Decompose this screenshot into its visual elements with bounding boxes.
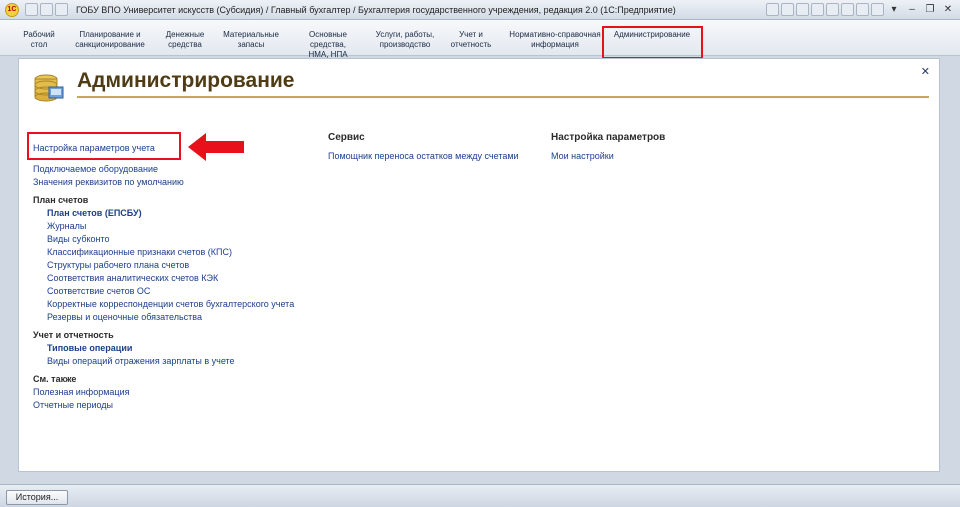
forward-icon[interactable] — [40, 3, 53, 16]
list-item[interactable]: Типовые операции — [33, 342, 333, 355]
list-item[interactable]: План счетов (ЕПСБУ) — [33, 207, 333, 220]
maximize-button[interactable]: ❐ — [922, 3, 938, 17]
section-fixed-assets[interactable]: Основные средства, НМА, НПА — [290, 30, 366, 60]
calculator-icon[interactable] — [826, 3, 839, 16]
title-bar: 1С ГОБУ ВПО Университет искусств (Субсид… — [0, 0, 960, 20]
zoom-icon[interactable] — [856, 3, 869, 16]
list-item[interactable]: Полезная информация — [33, 386, 333, 399]
accounting-settings-highlight-box — [27, 132, 181, 160]
dropdown-icon[interactable]: ▾ — [886, 3, 902, 17]
list-item[interactable]: Виды субконто — [33, 233, 333, 246]
column-service: Сервис Помощник переноса остатков между … — [328, 131, 548, 163]
list-item[interactable]: Соответствие счетов ОС — [33, 285, 333, 298]
list-item[interactable]: Классификационные признаки счетов (КПС) — [33, 246, 333, 259]
content-window: ✕ Администрирование Настройка параметров… — [18, 58, 940, 472]
group-heading-reporting: Учет и отчетность — [33, 330, 114, 340]
section-cash[interactable]: Денежные средства — [160, 30, 210, 50]
section-inventory[interactable]: Материальные запасы — [218, 30, 284, 50]
column-settings: Настройка параметров Мои настройки — [551, 131, 751, 163]
home-icon[interactable] — [55, 3, 68, 16]
section-services[interactable]: Услуги, работы, производство — [372, 30, 438, 50]
list-item[interactable]: Соответствия аналитических счетов КЭК — [33, 272, 333, 285]
database-settings-icon — [34, 74, 64, 102]
bookmark-icon[interactable] — [766, 3, 779, 16]
app-logo-icon[interactable]: 1С — [5, 2, 19, 17]
quick-access-toolbar — [25, 3, 68, 16]
minimize-button[interactable]: – — [904, 3, 920, 17]
list-item[interactable]: Структуры рабочего плана счетов — [33, 259, 333, 272]
close-window-button[interactable]: ✕ — [940, 3, 956, 17]
column-main: Подключаемое оборудование Значения рекви… — [33, 163, 333, 412]
arrow-left-icon — [188, 133, 244, 161]
group-heading-chart-of-accounts: План счетов — [33, 195, 89, 205]
status-bar: История... — [0, 484, 960, 507]
list-item[interactable]: Помощник переноса остатков между счетами — [328, 150, 548, 163]
group-heading-service: Сервис — [328, 132, 365, 143]
history-icon[interactable] — [781, 3, 794, 16]
list-item[interactable]: Отчетные периоды — [33, 399, 333, 412]
section-reference[interactable]: Нормативно-справочная информация — [508, 30, 602, 50]
sections-panel: Рабочий стол Планирование и санкционирован… — [0, 20, 960, 59]
list-item[interactable]: Значения реквизитов по умолчанию — [33, 176, 333, 189]
group-heading-see-also: См. также — [33, 374, 77, 384]
group-heading-settings: Настройка параметров — [551, 132, 666, 143]
close-icon[interactable]: ✕ — [921, 65, 930, 78]
administration-highlight-box — [602, 26, 703, 59]
list-item[interactable]: Подключаемое оборудование — [33, 163, 333, 176]
section-reporting[interactable]: Учет и отчетность — [448, 30, 494, 50]
section-planning[interactable]: Планирование и санкционирование — [72, 30, 148, 50]
page-title: Администрирование — [77, 69, 295, 92]
title-divider — [77, 96, 929, 98]
list-item[interactable]: Мои настройки — [551, 150, 751, 163]
window-tools: ▾ – ❐ ✕ — [766, 3, 956, 17]
back-icon[interactable] — [25, 3, 38, 16]
print-icon[interactable] — [796, 3, 809, 16]
section-desktop[interactable]: Рабочий стол — [18, 30, 60, 50]
list-item[interactable]: Виды операций отражения зарплаты в учете — [33, 355, 333, 368]
info-icon[interactable] — [871, 3, 884, 16]
list-item[interactable]: Журналы — [33, 220, 333, 233]
calendar-icon[interactable] — [811, 3, 824, 16]
list-item[interactable]: Резервы и оценочные обязательства — [33, 311, 333, 324]
memory-icon[interactable] — [841, 3, 854, 16]
history-button[interactable]: История... — [6, 490, 68, 505]
list-item[interactable]: Корректные корреспонденции счетов бухгал… — [33, 298, 333, 311]
window-title: ГОБУ ВПО Университет искусств (Субсидия)… — [76, 4, 676, 15]
